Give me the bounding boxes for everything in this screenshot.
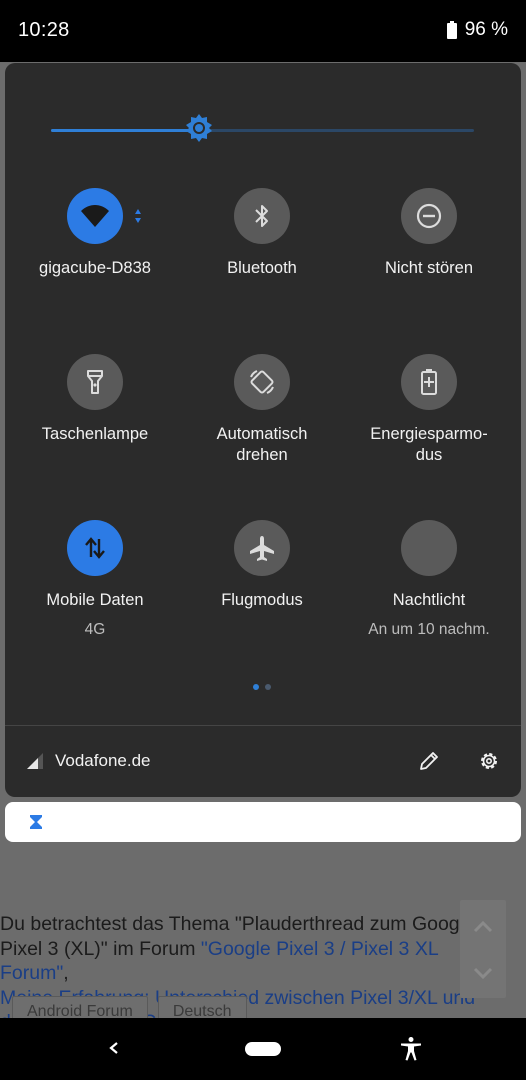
edit-pencil-icon[interactable]	[417, 749, 441, 773]
accessibility-icon[interactable]	[398, 1036, 424, 1062]
airplane-icon	[250, 536, 274, 561]
tile-flashlight[interactable]: Taschenlampe	[9, 354, 181, 484]
notification-card[interactable]	[5, 802, 521, 842]
tile-airplane-button[interactable]	[234, 520, 290, 576]
bluetooth-icon	[255, 205, 268, 227]
auto-rotate-icon	[250, 370, 274, 394]
back-icon[interactable]	[100, 1034, 128, 1062]
battery-percentage: 96 %	[464, 19, 508, 40]
tile-dnd-label: Nicht stören	[384, 259, 474, 277]
tile-bluetooth[interactable]: Bluetooth	[176, 188, 348, 318]
scroll-arrows[interactable]	[460, 900, 506, 998]
tile-auto-rotate[interactable]: Automatisch drehen	[176, 354, 348, 484]
tile-night-light-button[interactable]	[401, 520, 457, 576]
battery-saver-icon	[421, 369, 437, 395]
tile-dnd-button[interactable]	[401, 188, 457, 244]
wifi-activity-arrows-icon	[135, 209, 141, 223]
tile-night-light-sub: An um 10 nachm.	[368, 621, 490, 638]
status-right: 96 %	[446, 19, 508, 41]
hourglass-icon	[30, 815, 42, 829]
tile-bluetooth-label: Bluetooth	[227, 259, 297, 277]
settings-gear-icon[interactable]	[477, 749, 501, 773]
battery-icon	[446, 21, 457, 39]
tile-mobile-data-sub: 4G	[84, 621, 106, 638]
tile-wifi-button[interactable]	[67, 188, 123, 244]
brightness-slider[interactable]	[51, 129, 474, 132]
tile-night-light[interactable]: Nachtlicht An um 10 nachm.	[343, 520, 515, 650]
tile-flashlight-label: Taschenlampe	[41, 425, 149, 443]
tile-mobile-data-label: Mobile Daten	[46, 591, 144, 609]
night-light-icon	[422, 537, 433, 559]
tile-battery-saver-label-line1: Energiesparmo-	[370, 425, 488, 443]
tile-do-not-disturb[interactable]: Nicht stören	[343, 188, 515, 318]
do-not-disturb-icon	[416, 203, 442, 229]
tile-auto-rotate-label-line2: drehen	[236, 446, 288, 464]
page-indicator	[253, 684, 271, 690]
brightness-sun-icon[interactable]	[184, 113, 214, 143]
wifi-icon	[81, 205, 109, 227]
carrier-name[interactable]: Vodafone.de	[55, 751, 150, 771]
tile-battery-saver[interactable]: Energiesparmo- dus	[343, 354, 515, 484]
webpage-comma: ,	[63, 962, 69, 984]
tile-auto-rotate-button[interactable]	[234, 354, 290, 410]
tile-battery-saver-button[interactable]	[401, 354, 457, 410]
page-dot-2[interactable]	[265, 684, 271, 690]
page-dot-1[interactable]	[253, 684, 259, 690]
brightness-fill	[51, 129, 200, 132]
tile-auto-rotate-label: Automatisch drehen	[176, 424, 348, 466]
tile-flashlight-button[interactable]	[67, 354, 123, 410]
tile-airplane[interactable]: Flugmodus	[176, 520, 348, 650]
tile-battery-saver-label: Energiesparmo- dus	[343, 424, 515, 466]
home-pill-button[interactable]	[245, 1042, 281, 1056]
status-bar: 10:28 96 %	[0, 0, 526, 62]
tile-night-light-label: Nachtlicht	[392, 591, 466, 609]
quick-settings-panel: gigacube-D838 Bluetooth Nicht stören Tas…	[5, 63, 521, 797]
qs-divider	[5, 725, 521, 726]
mobile-data-icon	[85, 537, 105, 559]
tile-mobile-data-button[interactable]	[67, 520, 123, 576]
scroll-down-icon[interactable]	[472, 962, 494, 984]
tile-mobile-data[interactable]: Mobile Daten 4G	[9, 520, 181, 650]
signal-strength-icon	[27, 753, 43, 769]
tile-airplane-label: Flugmodus	[221, 591, 303, 609]
tile-auto-rotate-label-line1: Automatisch	[216, 425, 308, 443]
status-time: 10:28	[18, 19, 70, 41]
flashlight-icon	[87, 370, 103, 394]
tile-battery-saver-label-line2: dus	[415, 446, 443, 464]
tile-wifi[interactable]: gigacube-D838	[9, 188, 181, 318]
scroll-up-icon[interactable]	[472, 916, 494, 938]
tile-wifi-label: gigacube-D838	[39, 259, 151, 277]
tile-bluetooth-button[interactable]	[234, 188, 290, 244]
